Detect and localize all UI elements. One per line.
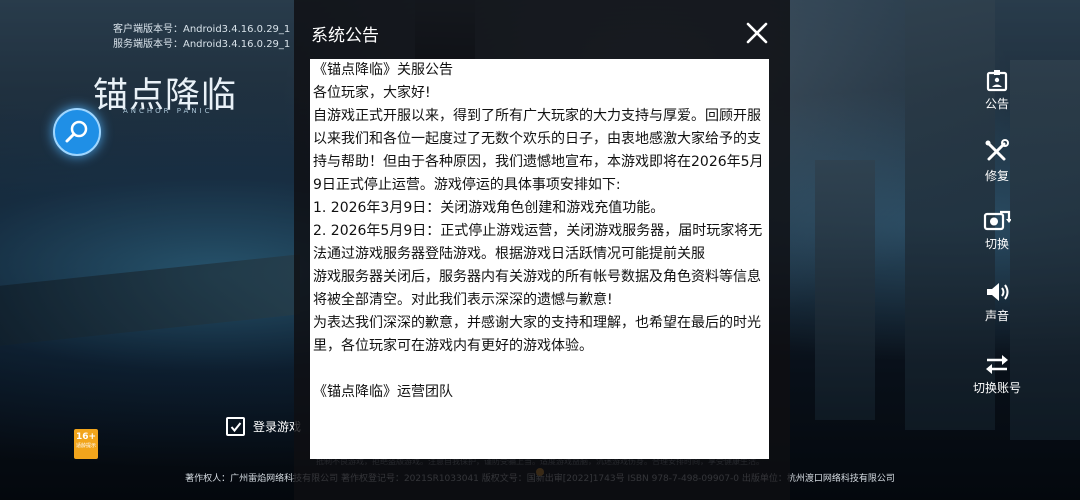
side-item-sound[interactable]: 声音	[962, 280, 1032, 324]
notice-paragraph: 为表达我们深深的歉意，并感谢大家的支持和理解，也希望在最后的时光里，各位玩家可在…	[313, 315, 761, 354]
search-button[interactable]	[53, 108, 101, 156]
announcement-icon	[986, 70, 1008, 92]
age-rating-badge: 16+ 适龄提示	[74, 429, 98, 459]
age-rating-note: 适龄提示	[75, 443, 96, 449]
switch-icon	[983, 210, 1011, 231]
login-checkbox[interactable]	[226, 417, 245, 436]
side-item-label: 修复	[984, 169, 1009, 183]
side-item-switch[interactable]: 切换	[962, 208, 1032, 252]
side-item-announcement[interactable]: 公告	[962, 68, 1032, 112]
game-logo-subtitle: ANCHOR PANIC	[123, 107, 213, 115]
notice-greeting: 各位玩家，大家好!	[313, 85, 431, 101]
notice-heading: 《锚点降临》关服公告	[313, 62, 453, 78]
close-button[interactable]	[744, 20, 770, 46]
side-item-label: 切换账号	[972, 381, 1021, 395]
sound-icon	[987, 283, 1009, 301]
search-icon	[65, 120, 88, 143]
repair-icon	[985, 139, 1009, 161]
notice-paragraph: 游戏服务器关闭后，服务器内有关游戏的所有帐号数据及角色资料等信息将被全部清空。对…	[313, 269, 761, 308]
age-rating: 16+	[75, 432, 97, 442]
side-item-switch-account[interactable]: 切换账号	[957, 352, 1037, 396]
side-item-label: 声音	[984, 309, 1009, 323]
side-item-repair[interactable]: 修复	[962, 138, 1032, 184]
version-info: 客户端版本号：Android3.4.16.0.29_1 服务端版本号：Andro…	[113, 22, 290, 52]
notice-item: 1. 2026年3月9日：关闭游戏角色创建和游戏充值功能。	[313, 200, 665, 216]
notice-content[interactable]: 《锚点降临》关服公告 各位玩家，大家好! 自游戏正式开服以来，得到了所有广大玩家…	[310, 59, 769, 459]
side-item-label: 切换	[984, 237, 1009, 251]
server-version: 服务端版本号：Android3.4.16.0.29_1	[113, 39, 291, 50]
notice-spacer	[313, 358, 766, 381]
switch-account-icon	[986, 355, 1008, 374]
notice-title: 系统公告	[311, 26, 379, 46]
notice-item: 2. 2026年5月9日：正式停止游戏运营，关闭游戏服务器，届时玩家将无法通过游…	[313, 223, 763, 262]
notice-signature: 《锚点降临》运营团队	[313, 384, 453, 400]
check-icon	[230, 421, 241, 432]
side-item-label: 公告	[984, 97, 1009, 111]
client-version: 客户端版本号：Android3.4.16.0.29_1	[113, 24, 291, 35]
login-checkbox-row[interactable]: 登录游戏	[226, 417, 301, 436]
close-icon	[746, 22, 768, 44]
notice-paragraph: 自游戏正式开服以来，得到了所有广大玩家的大力支持与厚爱。回顾开服以来我们和各位一…	[313, 108, 764, 193]
